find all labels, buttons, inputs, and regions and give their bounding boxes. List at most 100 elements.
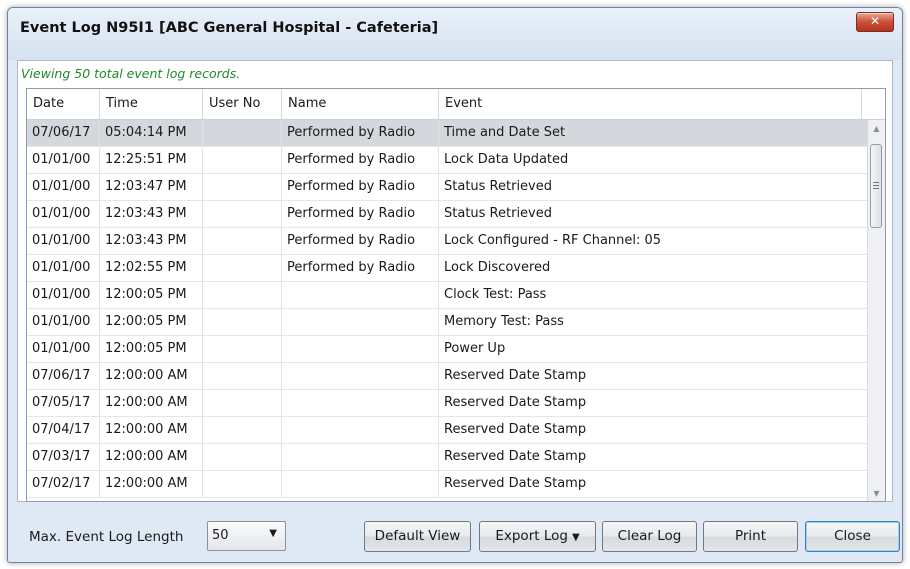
- column-header-time[interactable]: Time: [100, 89, 203, 119]
- cell-time: 12:00:00 AM: [100, 390, 203, 416]
- cell-date: 01/01/00: [27, 228, 100, 254]
- scroll-down-icon[interactable]: ▼: [868, 485, 885, 501]
- cell-date: 01/01/00: [27, 147, 100, 173]
- table-row[interactable]: 07/05/17 12:00:00 AM Reserved Date Stamp: [27, 390, 875, 417]
- cell-time: 12:00:00 AM: [100, 363, 203, 389]
- cell-time: 12:00:05 PM: [100, 282, 203, 308]
- cell-date: 07/02/17: [27, 471, 100, 497]
- cell-time: 12:03:43 PM: [100, 201, 203, 227]
- cell-user-no: [203, 309, 282, 335]
- cell-name: Performed by Radio: [282, 147, 439, 173]
- cell-event: Reserved Date Stamp: [439, 444, 875, 470]
- cell-user-no: [203, 363, 282, 389]
- vertical-scrollbar[interactable]: ▲ ▼: [867, 120, 885, 501]
- close-button[interactable]: Close: [805, 521, 900, 552]
- export-log-button[interactable]: Export Log ▼: [479, 521, 596, 552]
- cell-name: [282, 309, 439, 335]
- max-length-select[interactable]: 50 ▼: [207, 521, 286, 551]
- cell-name: Performed by Radio: [282, 174, 439, 200]
- cell-date: 01/01/00: [27, 336, 100, 362]
- cell-name: [282, 336, 439, 362]
- table-row[interactable]: 01/01/00 12:02:55 PM Performed by Radio Loc…: [27, 255, 875, 282]
- cell-event: Memory Test: Pass: [439, 309, 875, 335]
- max-length-value: 50: [212, 528, 229, 543]
- table-header: Date Time User No Name Event: [27, 89, 885, 120]
- cell-name: Performed by Radio: [282, 255, 439, 281]
- table-row[interactable]: 01/01/00 12:03:47 PM Performed by Radio Sta…: [27, 174, 875, 201]
- cell-time: 12:03:47 PM: [100, 174, 203, 200]
- cell-user-no: [203, 282, 282, 308]
- max-length-label: Max. Event Log Length: [29, 529, 184, 545]
- cell-name: [282, 390, 439, 416]
- cell-date: 07/05/17: [27, 390, 100, 416]
- cell-event: Lock Data Updated: [439, 147, 875, 173]
- clear-log-button[interactable]: Clear Log: [602, 521, 697, 552]
- cell-user-no: [203, 444, 282, 470]
- table-row[interactable]: 01/01/00 12:03:43 PM Performed by Radio Loc…: [27, 228, 875, 255]
- event-log-window: Event Log N95I1 [ABC General Hospital - …: [7, 7, 903, 563]
- grip-line: [873, 182, 879, 183]
- print-button[interactable]: Print: [703, 521, 798, 552]
- cell-date: 07/06/17: [27, 120, 100, 146]
- table-row[interactable]: 01/01/00 12:03:43 PM Performed by Radio Sta…: [27, 201, 875, 228]
- cell-name: Performed by Radio: [282, 228, 439, 254]
- window-title: Event Log N95I1 [ABC General Hospital - …: [20, 20, 439, 36]
- cell-time: 12:25:51 PM: [100, 147, 203, 173]
- column-header-name[interactable]: Name: [282, 89, 439, 119]
- cell-user-no: [203, 255, 282, 281]
- cell-time: 12:03:43 PM: [100, 228, 203, 254]
- cell-time: 12:00:05 PM: [100, 336, 203, 362]
- cell-time: 05:04:14 PM: [100, 120, 203, 146]
- cell-name: [282, 282, 439, 308]
- cell-date: 07/04/17: [27, 417, 100, 443]
- cell-date: 01/01/00: [27, 174, 100, 200]
- cell-user-no: [203, 390, 282, 416]
- cell-time: 12:00:05 PM: [100, 309, 203, 335]
- cell-event: Reserved Date Stamp: [439, 417, 875, 443]
- cell-user-no: [203, 201, 282, 227]
- cell-event: Lock Configured - RF Channel: 05: [439, 228, 875, 254]
- table-row[interactable]: 01/01/00 12:00:05 PM Memory Test: Pass: [27, 309, 875, 336]
- cell-event: Clock Test: Pass: [439, 282, 875, 308]
- grip-line: [873, 185, 879, 186]
- cell-event: Reserved Date Stamp: [439, 363, 875, 389]
- table-row[interactable]: 07/02/17 12:00:00 AM Reserved Date Stamp: [27, 471, 875, 498]
- cell-user-no: [203, 471, 282, 497]
- table-row[interactable]: 07/06/17 12:00:00 AM Reserved Date Stamp: [27, 363, 875, 390]
- cell-date: 01/01/00: [27, 255, 100, 281]
- table-row[interactable]: 07/06/17 05:04:14 PM Performed by Radio Tim…: [27, 120, 875, 147]
- cell-user-no: [203, 147, 282, 173]
- chevron-down-icon: ▼: [571, 532, 580, 543]
- cell-date: 01/01/00: [27, 309, 100, 335]
- grip-line: [873, 188, 879, 189]
- event-log-table: Date Time User No Name Event 07/06/17 05:…: [26, 88, 886, 502]
- cell-name: Performed by Radio: [282, 120, 439, 146]
- column-header-user-no[interactable]: User No: [203, 89, 282, 119]
- cell-time: 12:00:00 AM: [100, 444, 203, 470]
- scroll-up-icon[interactable]: ▲: [868, 120, 885, 137]
- cell-name: Performed by Radio: [282, 201, 439, 227]
- table-row[interactable]: 01/01/00 12:00:05 PM Clock Test: Pass: [27, 282, 875, 309]
- cell-user-no: [203, 336, 282, 362]
- chevron-down-icon: ▼: [269, 528, 277, 539]
- column-header-date[interactable]: Date: [27, 89, 100, 119]
- table-row[interactable]: 01/01/00 12:25:51 PM Performed by Radio Loc…: [27, 147, 875, 174]
- cell-time: 12:00:00 AM: [100, 417, 203, 443]
- default-view-button[interactable]: Default View: [364, 521, 471, 552]
- table-row[interactable]: 01/01/00 12:00:05 PM Power Up: [27, 336, 875, 363]
- cell-date: 07/03/17: [27, 444, 100, 470]
- column-header-event[interactable]: Event: [439, 89, 862, 119]
- cell-event: Power Up: [439, 336, 875, 362]
- cell-event: Status Retrieved: [439, 174, 875, 200]
- cell-user-no: [203, 174, 282, 200]
- table-row[interactable]: 07/03/17 12:00:00 AM Reserved Date Stamp: [27, 444, 875, 471]
- cell-user-no: [203, 228, 282, 254]
- cell-user-no: [203, 120, 282, 146]
- cell-event: Reserved Date Stamp: [439, 471, 875, 497]
- cell-name: [282, 417, 439, 443]
- close-icon[interactable]: ✕: [856, 12, 894, 32]
- cell-time: 12:02:55 PM: [100, 255, 203, 281]
- scrollbar-thumb[interactable]: [870, 144, 882, 228]
- title-bar[interactable]: Event Log N95I1 [ABC General Hospital - …: [8, 8, 902, 60]
- table-row[interactable]: 07/04/17 12:00:00 AM Reserved Date Stamp: [27, 417, 875, 444]
